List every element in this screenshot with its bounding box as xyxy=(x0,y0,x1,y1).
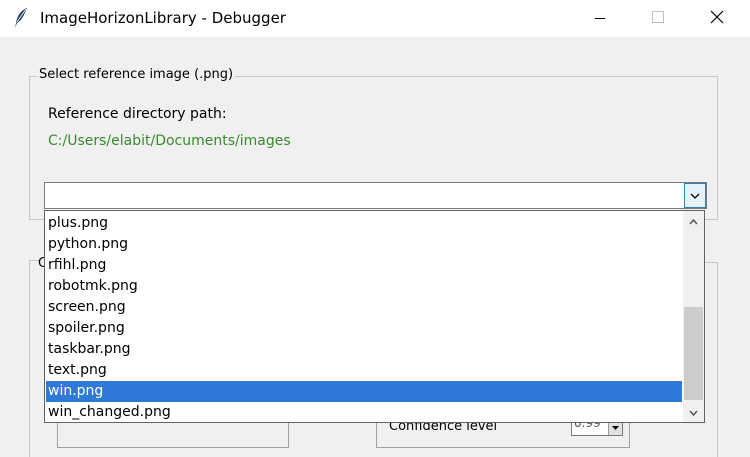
minimize-button[interactable] xyxy=(577,0,623,37)
chevron-down-icon xyxy=(689,410,698,417)
image-dropdown-list[interactable]: plus.png python.png rfihl.png robotmk.png sc… xyxy=(44,210,705,423)
dropdown-items: plus.png python.png rfihl.png robotmk.png sc… xyxy=(46,213,682,422)
close-icon xyxy=(710,10,724,24)
dropdown-scrollbar[interactable] xyxy=(683,211,704,422)
scroll-thumb[interactable] xyxy=(684,307,703,400)
dropdown-item[interactable]: rfihl.png xyxy=(46,255,682,276)
dropdown-item[interactable]: screen.png xyxy=(46,297,682,318)
window-title: ImageHorizonLibrary - Debugger xyxy=(40,9,286,27)
reference-image-combobox[interactable] xyxy=(44,182,707,209)
left-panel-box xyxy=(57,420,289,448)
dropdown-item[interactable]: robotmk.png xyxy=(46,276,682,297)
reference-dir-label: Reference directory path: xyxy=(48,106,227,122)
maximize-icon xyxy=(652,11,664,23)
reference-dir-path: C:/Users/elabit/Documents/images xyxy=(48,133,291,149)
combobox-dropdown-button[interactable] xyxy=(684,183,706,208)
second-groupbox-right-edge xyxy=(704,262,718,457)
dropdown-item[interactable]: win_changed.png xyxy=(46,402,682,422)
dropdown-item[interactable]: text.png xyxy=(46,360,682,381)
chevron-down-icon xyxy=(690,193,700,199)
spin-arrow-button[interactable] xyxy=(608,421,622,435)
scroll-up-button[interactable] xyxy=(683,214,704,231)
dropdown-item[interactable]: python.png xyxy=(46,234,682,255)
maximize-button[interactable] xyxy=(634,0,680,37)
feather-icon xyxy=(12,7,30,29)
confidence-spinbox[interactable]: 0.99 xyxy=(571,421,623,436)
dropdown-item[interactable]: win.png xyxy=(46,381,682,402)
scroll-down-button[interactable] xyxy=(683,404,704,421)
dropdown-item[interactable]: spoiler.png xyxy=(46,318,682,339)
minimize-icon xyxy=(595,18,605,19)
second-groupbox-left-edge xyxy=(29,260,42,457)
close-button[interactable] xyxy=(694,0,740,37)
chevron-down-icon xyxy=(612,426,619,430)
dropdown-item[interactable]: taskbar.png xyxy=(46,339,682,360)
reference-group-title: Select reference image (.png) xyxy=(37,67,236,82)
dropdown-item[interactable]: plus.png xyxy=(46,213,682,234)
chevron-up-icon xyxy=(689,218,698,225)
window-titlebar[interactable]: ImageHorizonLibrary - Debugger xyxy=(0,0,750,37)
